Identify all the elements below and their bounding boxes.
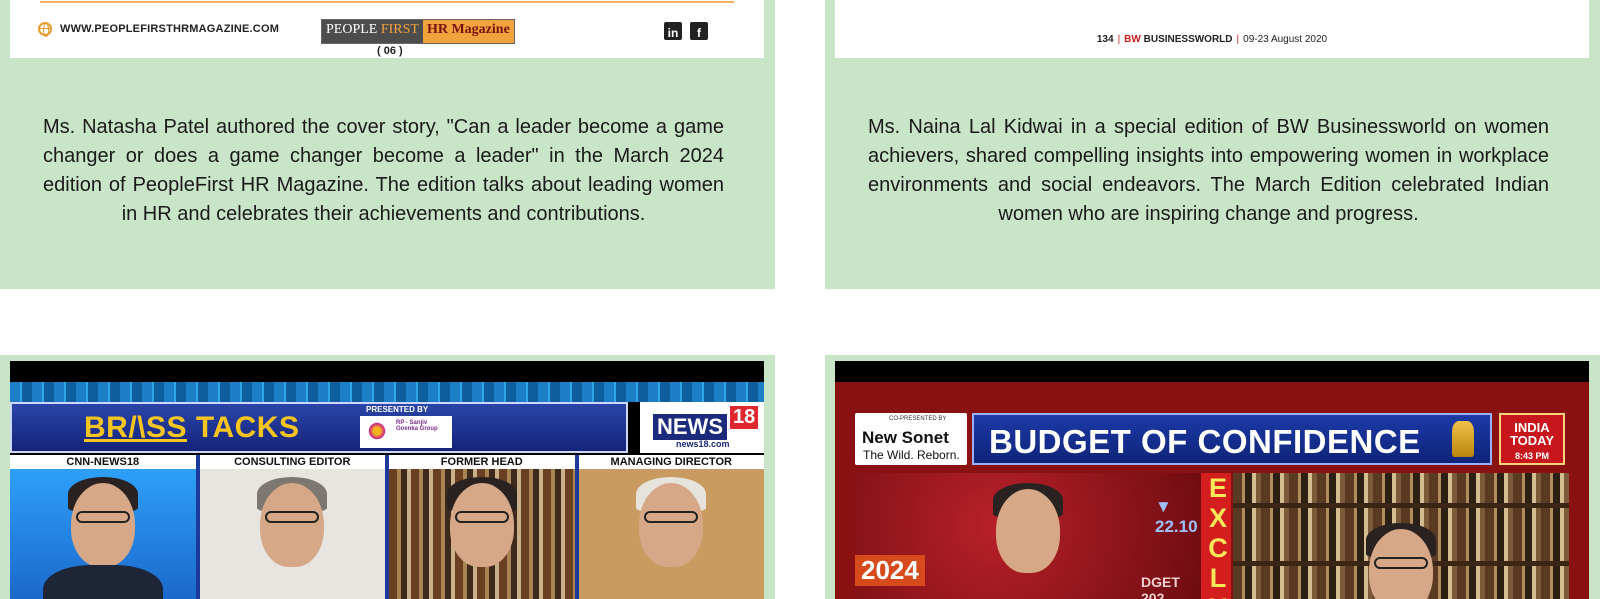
panel-label: CNN-NEWS18 [10, 455, 196, 469]
news-site: news18.com [676, 439, 730, 449]
person-face [639, 483, 704, 567]
sponsor-brand: New Sonet [862, 428, 949, 447]
glasses [644, 511, 699, 523]
panel-managing-director: MANAGING DIRECTOR [578, 455, 764, 599]
social-links: in f [664, 22, 708, 40]
logo-hr-magazine: HR Magazine [422, 20, 514, 43]
person-face [70, 483, 135, 567]
issue-date: 09-23 August 2020 [1243, 34, 1328, 45]
news-number: 18 [730, 406, 759, 429]
glasses [75, 511, 130, 523]
letterbox [835, 361, 1589, 382]
market-ticker: ▼ 22.10 [1155, 497, 1198, 536]
panel-anchor: CNN-NEWS18 [10, 455, 196, 599]
facebook-icon: f [690, 22, 708, 40]
bookshelf [1233, 503, 1569, 508]
businessworld-footer: 134 | BW BUSINESSWORLD | 09-23 August 2020 [1096, 34, 1328, 45]
card-india-today-video: CO-PRESENTED BY New Sonet The Wild. Rebo… [825, 355, 1600, 599]
divider [40, 1, 734, 3]
magazine-url-text: WWW.PEOPLEFIRSTHRMAGAZINE.COM [60, 23, 280, 35]
person-suit [42, 565, 163, 599]
caption-peoplefirst: Ms. Natasha Patel authored the cover sto… [43, 116, 724, 225]
show-title-tacks: TACKS [195, 411, 300, 444]
publication-name: BUSINESSWORLD [1143, 34, 1233, 45]
national-emblem-icon [1452, 421, 1474, 457]
broadcast-time: 8:43 PM [1514, 451, 1549, 461]
panel-consulting-editor: CONSULTING EDITOR [199, 455, 385, 599]
panel-label: FORMER HEAD [389, 455, 575, 469]
news18-logo: NEWS 18 news18.com [640, 402, 764, 453]
page-number: 134 [1096, 34, 1114, 45]
panel-label: CONSULTING EDITOR [199, 455, 385, 469]
india-today-video-frame[interactable]: CO-PRESENTED BY New Sonet The Wild. Rebo… [835, 361, 1589, 599]
peoplefirst-logo: PEOPLE FIRST HR Magazine [321, 19, 515, 44]
news-label: NEWS [653, 414, 727, 440]
show-title-brass: BR/\SS [84, 411, 188, 444]
panel-former-head: FORMER HEAD [389, 455, 575, 599]
glasses [1374, 557, 1428, 569]
sponsor-star-icon [366, 422, 388, 440]
ticker-band [10, 382, 764, 402]
logo-today: TODAY [1509, 433, 1555, 448]
logo-people: PEOPLE [326, 22, 378, 37]
logo-left: PEOPLE FIRST [322, 20, 423, 43]
linkedin-icon: in [664, 22, 682, 40]
co-presented-by: CO-PRESENTED BY [889, 416, 947, 422]
sponsor-tagline: The Wild. Reborn. [863, 448, 960, 462]
sponsor-box: CO-PRESENTED BY New Sonet The Wild. Rebo… [855, 413, 967, 465]
show-banner: BUDGET OF CONFIDENCE [972, 413, 1492, 465]
banner-title: BUDGET OF CONFIDENCE [989, 423, 1421, 460]
show-header: BR/\SS TACKS PRESENTED BY RP - Sanjiv Go… [10, 402, 628, 453]
bw-label: BW [1124, 34, 1141, 45]
magazine-page-footer: WWW.PEOPLEFIRSTHRMAGAZINE.COM PEOPLE FIR… [10, 0, 764, 58]
anchor-panel: ▼ 22.10 2024 DGET 202 [855, 473, 1201, 599]
guest-panel [1233, 473, 1569, 599]
person-face [449, 483, 514, 567]
exclusive-tag: EXCLU [1201, 473, 1233, 599]
show-title: BR/\SS TACKS [84, 411, 299, 445]
card-businessworld: 134 | BW BUSINESSWORLD | 09-23 August 2020 M… [825, 0, 1600, 289]
person-face [996, 489, 1060, 573]
glasses [265, 511, 320, 523]
year-badge: 2024 [855, 555, 925, 586]
sponsor-name: RP - Sanjiv Goenka Group [396, 420, 438, 432]
letterbox [10, 361, 764, 382]
magazine-page-footer: 134 | BW BUSINESSWORLD | 09-23 August 2020 [835, 0, 1589, 58]
brass-tacks-video-frame[interactable]: BR/\SS TACKS PRESENTED BY RP - Sanjiv Go… [10, 361, 764, 599]
card-brass-tacks-video: BR/\SS TACKS PRESENTED BY RP - Sanjiv Go… [0, 355, 775, 599]
glasses [454, 511, 509, 523]
magazine-url: WWW.PEOPLEFIRSTHRMAGAZINE.COM [38, 22, 280, 37]
logo-first: FIRST [380, 22, 419, 37]
panel-label: MANAGING DIRECTOR [578, 455, 764, 469]
sponsor-logo: RP - Sanjiv Goenka Group [360, 416, 452, 448]
person-face [260, 483, 325, 567]
budget-backdrop-text: DGET 202 [1141, 574, 1180, 599]
caption-businessworld: Ms. Naina Lal Kidwai in a special editio… [868, 116, 1549, 225]
globe-icon [38, 22, 52, 37]
card-peoplefirst: WWW.PEOPLEFIRSTHRMAGAZINE.COM PEOPLE FIR… [0, 0, 775, 289]
india-today-logo: INDIA TODAY 8:43 PM [1499, 413, 1565, 465]
exclusive-text: EXCLU [1203, 473, 1233, 599]
page-number: ( 06 ) [377, 45, 403, 57]
presented-by: PRESENTED BY [366, 405, 429, 414]
panelist-grid: CNN-NEWS18 CONSULTING EDITOR FORMER HEAD… [10, 455, 764, 599]
